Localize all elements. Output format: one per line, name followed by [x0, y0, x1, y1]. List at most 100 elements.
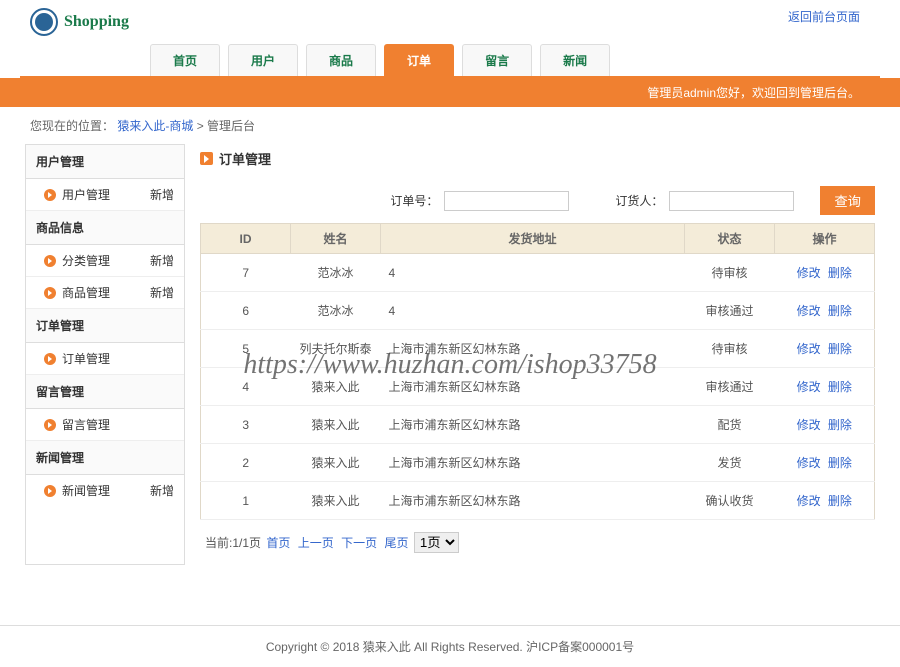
nav-tab-0[interactable]: 首页	[150, 44, 220, 76]
cell-address: 上海市浦东新区幻林东路	[381, 330, 685, 368]
nav-tab-1[interactable]: 用户	[228, 44, 298, 76]
cell-id: 3	[201, 406, 291, 444]
sidebar-link[interactable]: 分类管理	[44, 252, 110, 269]
col-header: ID	[201, 224, 291, 254]
delete-link[interactable]: 删除	[828, 304, 852, 318]
label-order-no: 订单号：	[390, 192, 438, 209]
welcome-bar: 管理员admin您好，欢迎回到管理后台。	[0, 78, 900, 107]
arrow-bullet-icon	[44, 189, 56, 201]
breadcrumb-link[interactable]: 猿来入此-商城	[117, 119, 193, 133]
sidebar-item-label: 留言管理	[62, 416, 110, 433]
edit-link[interactable]: 修改	[797, 266, 821, 280]
logo-icon	[30, 8, 58, 36]
delete-link[interactable]: 删除	[828, 494, 852, 508]
arrow-right-icon	[200, 152, 213, 165]
cell-status: 待审核	[685, 330, 775, 368]
sidebar-link[interactable]: 留言管理	[44, 416, 110, 433]
delete-link[interactable]: 删除	[828, 456, 852, 470]
cell-id: 1	[201, 482, 291, 520]
sidebar-item-label: 新闻管理	[62, 482, 110, 499]
sidebar-item: 分类管理 新增	[26, 245, 184, 277]
sidebar-item-label: 分类管理	[62, 252, 110, 269]
table-row: 4猿来入此上海市浦东新区幻林东路审核通过修改 删除	[201, 368, 875, 406]
sidebar-item: 新闻管理 新增	[26, 475, 184, 506]
order-no-input[interactable]	[444, 191, 569, 211]
sidebar-item: 用户管理 新增	[26, 179, 184, 211]
delete-link[interactable]: 删除	[828, 418, 852, 432]
nav-tab-3[interactable]: 订单	[384, 44, 454, 76]
col-header: 操作	[775, 224, 875, 254]
sidebar-add-link[interactable]: 新增	[150, 482, 174, 499]
delete-link[interactable]: 删除	[828, 342, 852, 356]
breadcrumb-prefix: 您现在的位置：	[30, 119, 114, 133]
arrow-bullet-icon	[44, 419, 56, 431]
sidebar-link[interactable]: 订单管理	[44, 350, 110, 367]
arrow-bullet-icon	[44, 255, 56, 267]
person-input[interactable]	[669, 191, 794, 211]
arrow-bullet-icon	[44, 353, 56, 365]
page-first[interactable]: 首页	[266, 536, 290, 550]
cell-id: 6	[201, 292, 291, 330]
cell-ops: 修改 删除	[775, 482, 875, 520]
table-row: 3猿来入此上海市浦东新区幻林东路配货 修改 删除	[201, 406, 875, 444]
edit-link[interactable]: 修改	[797, 380, 821, 394]
cell-status: 审核通过	[685, 292, 775, 330]
cell-status: 确认收货	[685, 482, 775, 520]
sidebar-item: 订单管理	[26, 343, 184, 375]
sidebar: 用户管理用户管理新增商品信息分类管理新增商品管理新增订单管理订单管理留言管理留言…	[25, 144, 185, 565]
orders-table: ID姓名发货地址状态操作 7范冰冰4待审核修改 删除6范冰冰4审核通过修改 删除…	[200, 223, 875, 520]
col-header: 姓名	[291, 224, 381, 254]
cell-ops: 修改 删除	[775, 330, 875, 368]
cell-address: 上海市浦东新区幻林东路	[381, 482, 685, 520]
sidebar-link[interactable]: 商品管理	[44, 284, 110, 301]
cell-ops: 修改 删除	[775, 444, 875, 482]
cell-address: 4	[381, 254, 685, 292]
back-to-front-link[interactable]: 返回前台页面	[788, 8, 860, 25]
page-prev[interactable]: 上一页	[298, 536, 334, 550]
cell-status: 配货	[685, 406, 775, 444]
sidebar-add-link[interactable]: 新增	[150, 252, 174, 269]
edit-link[interactable]: 修改	[797, 304, 821, 318]
search-button[interactable]: 查询	[820, 186, 875, 215]
sidebar-add-link[interactable]: 新增	[150, 186, 174, 203]
page-select[interactable]: 1页	[414, 532, 459, 553]
sidebar-section-title: 订单管理	[26, 309, 184, 343]
table-row: 1猿来入此上海市浦东新区幻林东路确认收货修改 删除	[201, 482, 875, 520]
nav-tab-4[interactable]: 留言	[462, 44, 532, 76]
table-row: 5列夫托尔斯泰上海市浦东新区幻林东路待审核修改 删除	[201, 330, 875, 368]
cell-ops: 修改 删除	[775, 254, 875, 292]
cell-ops: 修改 删除	[775, 368, 875, 406]
page-next[interactable]: 下一页	[341, 536, 377, 550]
edit-link[interactable]: 修改	[797, 342, 821, 356]
page-info: 当前:1/1页	[205, 536, 261, 550]
delete-link[interactable]: 删除	[828, 266, 852, 280]
nav-tab-2[interactable]: 商品	[306, 44, 376, 76]
cell-address: 上海市浦东新区幻林东路	[381, 406, 685, 444]
pagination: 当前:1/1页 首页 上一页 下一页 尾页 1页	[200, 520, 875, 565]
page-last[interactable]: 尾页	[384, 536, 408, 550]
content-title-text: 订单管理	[219, 149, 271, 168]
delete-link[interactable]: 删除	[828, 380, 852, 394]
cell-name: 猿来入此	[291, 406, 381, 444]
content: 订单管理 订单号： 订货人： 查询 ID姓名发货地址状态操作 7范冰冰4待审核修…	[200, 144, 875, 565]
edit-link[interactable]: 修改	[797, 456, 821, 470]
nav-tab-5[interactable]: 新闻	[540, 44, 610, 76]
footer: Copyright © 2018 猿来入此 All Rights Reserve…	[0, 625, 900, 667]
cell-status: 待审核	[685, 254, 775, 292]
cell-id: 7	[201, 254, 291, 292]
cell-name: 范冰冰	[291, 254, 381, 292]
arrow-bullet-icon	[44, 287, 56, 299]
cell-id: 5	[201, 330, 291, 368]
sidebar-add-link[interactable]: 新增	[150, 284, 174, 301]
edit-link[interactable]: 修改	[797, 494, 821, 508]
sidebar-link[interactable]: 用户管理	[44, 186, 110, 203]
cell-id: 2	[201, 444, 291, 482]
brand-text: Shopping	[64, 13, 129, 31]
search-row: 订单号： 订货人： 查询	[200, 178, 875, 223]
edit-link[interactable]: 修改	[797, 418, 821, 432]
sidebar-item: 留言管理	[26, 409, 184, 441]
sidebar-section-title: 用户管理	[26, 145, 184, 179]
sidebar-link[interactable]: 新闻管理	[44, 482, 110, 499]
cell-name: 猿来入此	[291, 482, 381, 520]
cell-address: 上海市浦东新区幻林东路	[381, 368, 685, 406]
